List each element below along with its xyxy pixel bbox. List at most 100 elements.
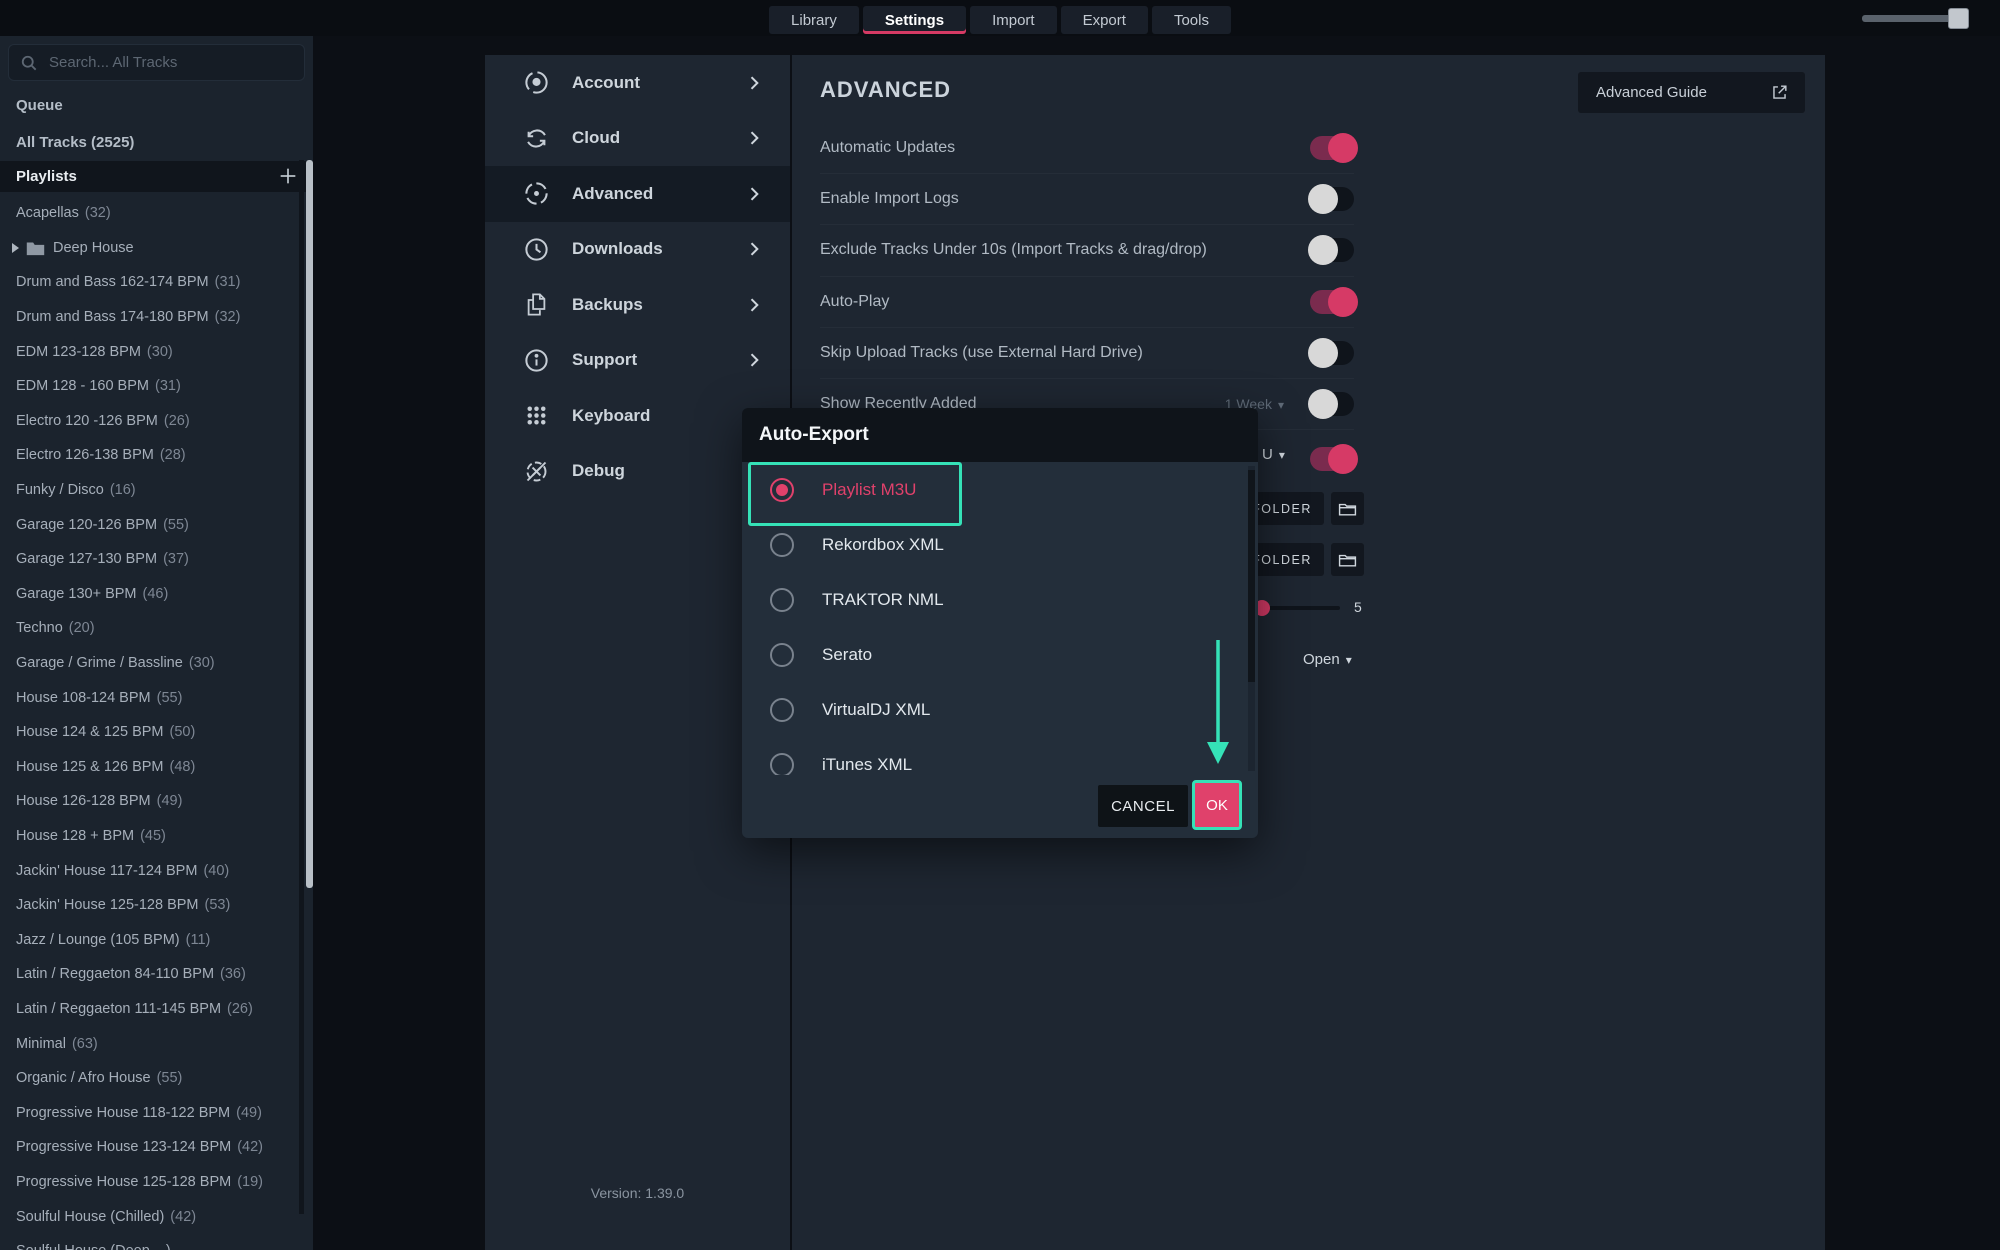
playlist-item-count: (50): [170, 724, 196, 740]
playlist-item[interactable]: Drum and Bass 174-180 BPM (32): [0, 300, 313, 335]
playlist-item[interactable]: Jackin' House 117-124 BPM (40): [0, 853, 313, 888]
export-format-option[interactable]: Playlist M3U: [742, 462, 1258, 517]
toggle-switch[interactable]: [1310, 187, 1354, 211]
menu-item-cloud[interactable]: Cloud: [485, 111, 790, 167]
modal-scrollbar-thumb[interactable]: [1248, 470, 1255, 682]
playlist-item[interactable]: Garage 130+ BPM (46): [0, 577, 313, 612]
playlist-item-count: (63): [72, 1036, 98, 1052]
search-input[interactable]: [47, 53, 287, 72]
search-box[interactable]: [8, 44, 305, 81]
playlist-item[interactable]: Soulful House (Deep ...): [0, 1234, 313, 1250]
auto-export-toggle[interactable]: [1310, 447, 1354, 471]
chevron-right-icon: [744, 128, 764, 148]
playlist-item[interactable]: House 108-124 BPM (55): [0, 680, 313, 715]
playlist-item[interactable]: Jackin' House 125-128 BPM (53): [0, 888, 313, 923]
nav-tab[interactable]: Tools: [1152, 6, 1231, 34]
playlist-item[interactable]: Deep House: [0, 231, 313, 266]
playlist-item[interactable]: Latin / Reggaeton 84-110 BPM (36): [0, 957, 313, 992]
slider-value: 5: [1354, 599, 1362, 615]
chevron-right-icon: [744, 73, 764, 93]
toggle-switch[interactable]: [1310, 136, 1354, 160]
playlist-item[interactable]: Drum and Bass 162-174 BPM (31): [0, 265, 313, 300]
playlist-item[interactable]: Progressive House 118-122 BPM (49): [0, 1095, 313, 1130]
menu-item-advanced[interactable]: Advanced: [485, 166, 790, 222]
sidebar-item-all-tracks[interactable]: All Tracks (2525): [0, 125, 313, 159]
expand-arrow-icon[interactable]: [12, 243, 19, 253]
playlist-item[interactable]: Garage 120-126 BPM (55): [0, 507, 313, 542]
playlist-item-count: (31): [215, 274, 241, 290]
playlist-item[interactable]: EDM 128 - 160 BPM (31): [0, 369, 313, 404]
export-format-option[interactable]: TRAKTOR NML: [742, 572, 1258, 627]
playlist-item[interactable]: Soulful House (Chilled) (42): [0, 1199, 313, 1234]
account-icon: [523, 69, 550, 96]
playlist-item[interactable]: Minimal (63): [0, 1026, 313, 1061]
playlist-item[interactable]: Electro 120 -126 BPM (26): [0, 404, 313, 439]
export-format-option[interactable]: VirtualDJ XML: [742, 682, 1258, 737]
menu-item-backups[interactable]: Backups: [485, 277, 790, 333]
menu-item-account[interactable]: Account: [485, 55, 790, 111]
radio-button[interactable]: [770, 588, 794, 612]
toggle-switch[interactable]: [1310, 290, 1354, 314]
open-dropdown[interactable]: Open: [1303, 651, 1352, 668]
playlist-item[interactable]: Progressive House 123-124 BPM (42): [0, 1130, 313, 1165]
menu-item-label: Support: [572, 350, 637, 370]
nav-tab[interactable]: Settings: [863, 6, 966, 34]
playlist-item-label: Latin / Reggaeton 111-145 BPM: [16, 1001, 221, 1017]
export-format-dropdown[interactable]: U: [1262, 446, 1285, 463]
playlist-item-label: Progressive House 125-128 BPM: [16, 1174, 231, 1190]
radio-button[interactable]: [770, 753, 794, 776]
downloads-clock-icon: [523, 236, 550, 263]
add-playlist-button[interactable]: [277, 165, 299, 187]
folder-browse-button[interactable]: [1331, 492, 1364, 525]
radio-button[interactable]: [770, 533, 794, 557]
top-slider[interactable]: [1862, 8, 1972, 30]
advanced-guide-button[interactable]: Advanced Guide: [1578, 72, 1805, 113]
playlist-item[interactable]: Garage 127-130 BPM (37): [0, 542, 313, 577]
menu-item-downloads[interactable]: Downloads: [485, 222, 790, 278]
sidebar-item-queue[interactable]: Queue: [0, 88, 313, 122]
nav-tab[interactable]: Import: [970, 6, 1057, 34]
playlist-item[interactable]: Electro 126-138 BPM (28): [0, 438, 313, 473]
playlist-item[interactable]: Progressive House 125-128 BPM (19): [0, 1165, 313, 1200]
playlist-item[interactable]: House 128 + BPM (45): [0, 819, 313, 854]
playlist-item[interactable]: Jazz / Lounge (105 BPM) (11): [0, 922, 313, 957]
export-format-option[interactable]: iTunes XML: [742, 737, 1258, 775]
toggle-switch[interactable]: [1310, 238, 1354, 262]
cancel-button[interactable]: CANCEL: [1098, 785, 1188, 827]
export-format-option[interactable]: Rekordbox XML: [742, 517, 1258, 572]
playlist-item-label: Drum and Bass 162-174 BPM: [16, 274, 209, 290]
nav-tab[interactable]: Library: [769, 6, 859, 34]
playlist-item[interactable]: House 124 & 125 BPM (50): [0, 715, 313, 750]
radio-button[interactable]: [770, 698, 794, 722]
playlist-item[interactable]: House 125 & 126 BPM (48): [0, 750, 313, 785]
slider-handle[interactable]: [1948, 8, 1969, 29]
folder-browse-button[interactable]: [1331, 543, 1364, 576]
menu-item-support[interactable]: Support: [485, 333, 790, 389]
playlist-item[interactable]: Funky / Disco (16): [0, 473, 313, 508]
sidebar-scrollbar-thumb[interactable]: [306, 160, 313, 888]
playlist-item[interactable]: House 126-128 BPM (49): [0, 784, 313, 819]
playlist-item-label: House 128 + BPM: [16, 828, 134, 844]
export-format-option[interactable]: Serato: [742, 627, 1258, 682]
chevron-right-icon: [744, 350, 764, 370]
playlist-item[interactable]: Acapellas (32): [0, 196, 313, 231]
playlist-item-label: House 108-124 BPM: [16, 690, 151, 706]
playlist-item[interactable]: Organic / Afro House (55): [0, 1061, 313, 1096]
ok-button[interactable]: OK: [1195, 783, 1239, 827]
playlist-item-label: Jackin' House 125-128 BPM: [16, 897, 199, 913]
slider-track: [1262, 606, 1340, 610]
toggle-switch[interactable]: [1310, 341, 1354, 365]
playlist-item[interactable]: Techno (20): [0, 611, 313, 646]
playlist-item-count: (48): [170, 759, 196, 775]
radio-button[interactable]: [770, 478, 794, 502]
toggle-switch[interactable]: [1310, 392, 1354, 416]
nav-tab[interactable]: Export: [1061, 6, 1148, 34]
playlist-item[interactable]: Garage / Grime / Bassline (30): [0, 646, 313, 681]
setting-label: Exclude Tracks Under 10s (Import Tracks …: [820, 241, 1310, 259]
number-slider[interactable]: 5: [1256, 600, 1366, 616]
radio-button[interactable]: [770, 643, 794, 667]
playlist-item[interactable]: Latin / Reggaeton 111-145 BPM (26): [0, 992, 313, 1027]
playlist-item-label: Electro 126-138 BPM: [16, 447, 154, 463]
playlist-item[interactable]: EDM 123-128 BPM (30): [0, 334, 313, 369]
playlist-item-count: (26): [227, 1001, 253, 1017]
